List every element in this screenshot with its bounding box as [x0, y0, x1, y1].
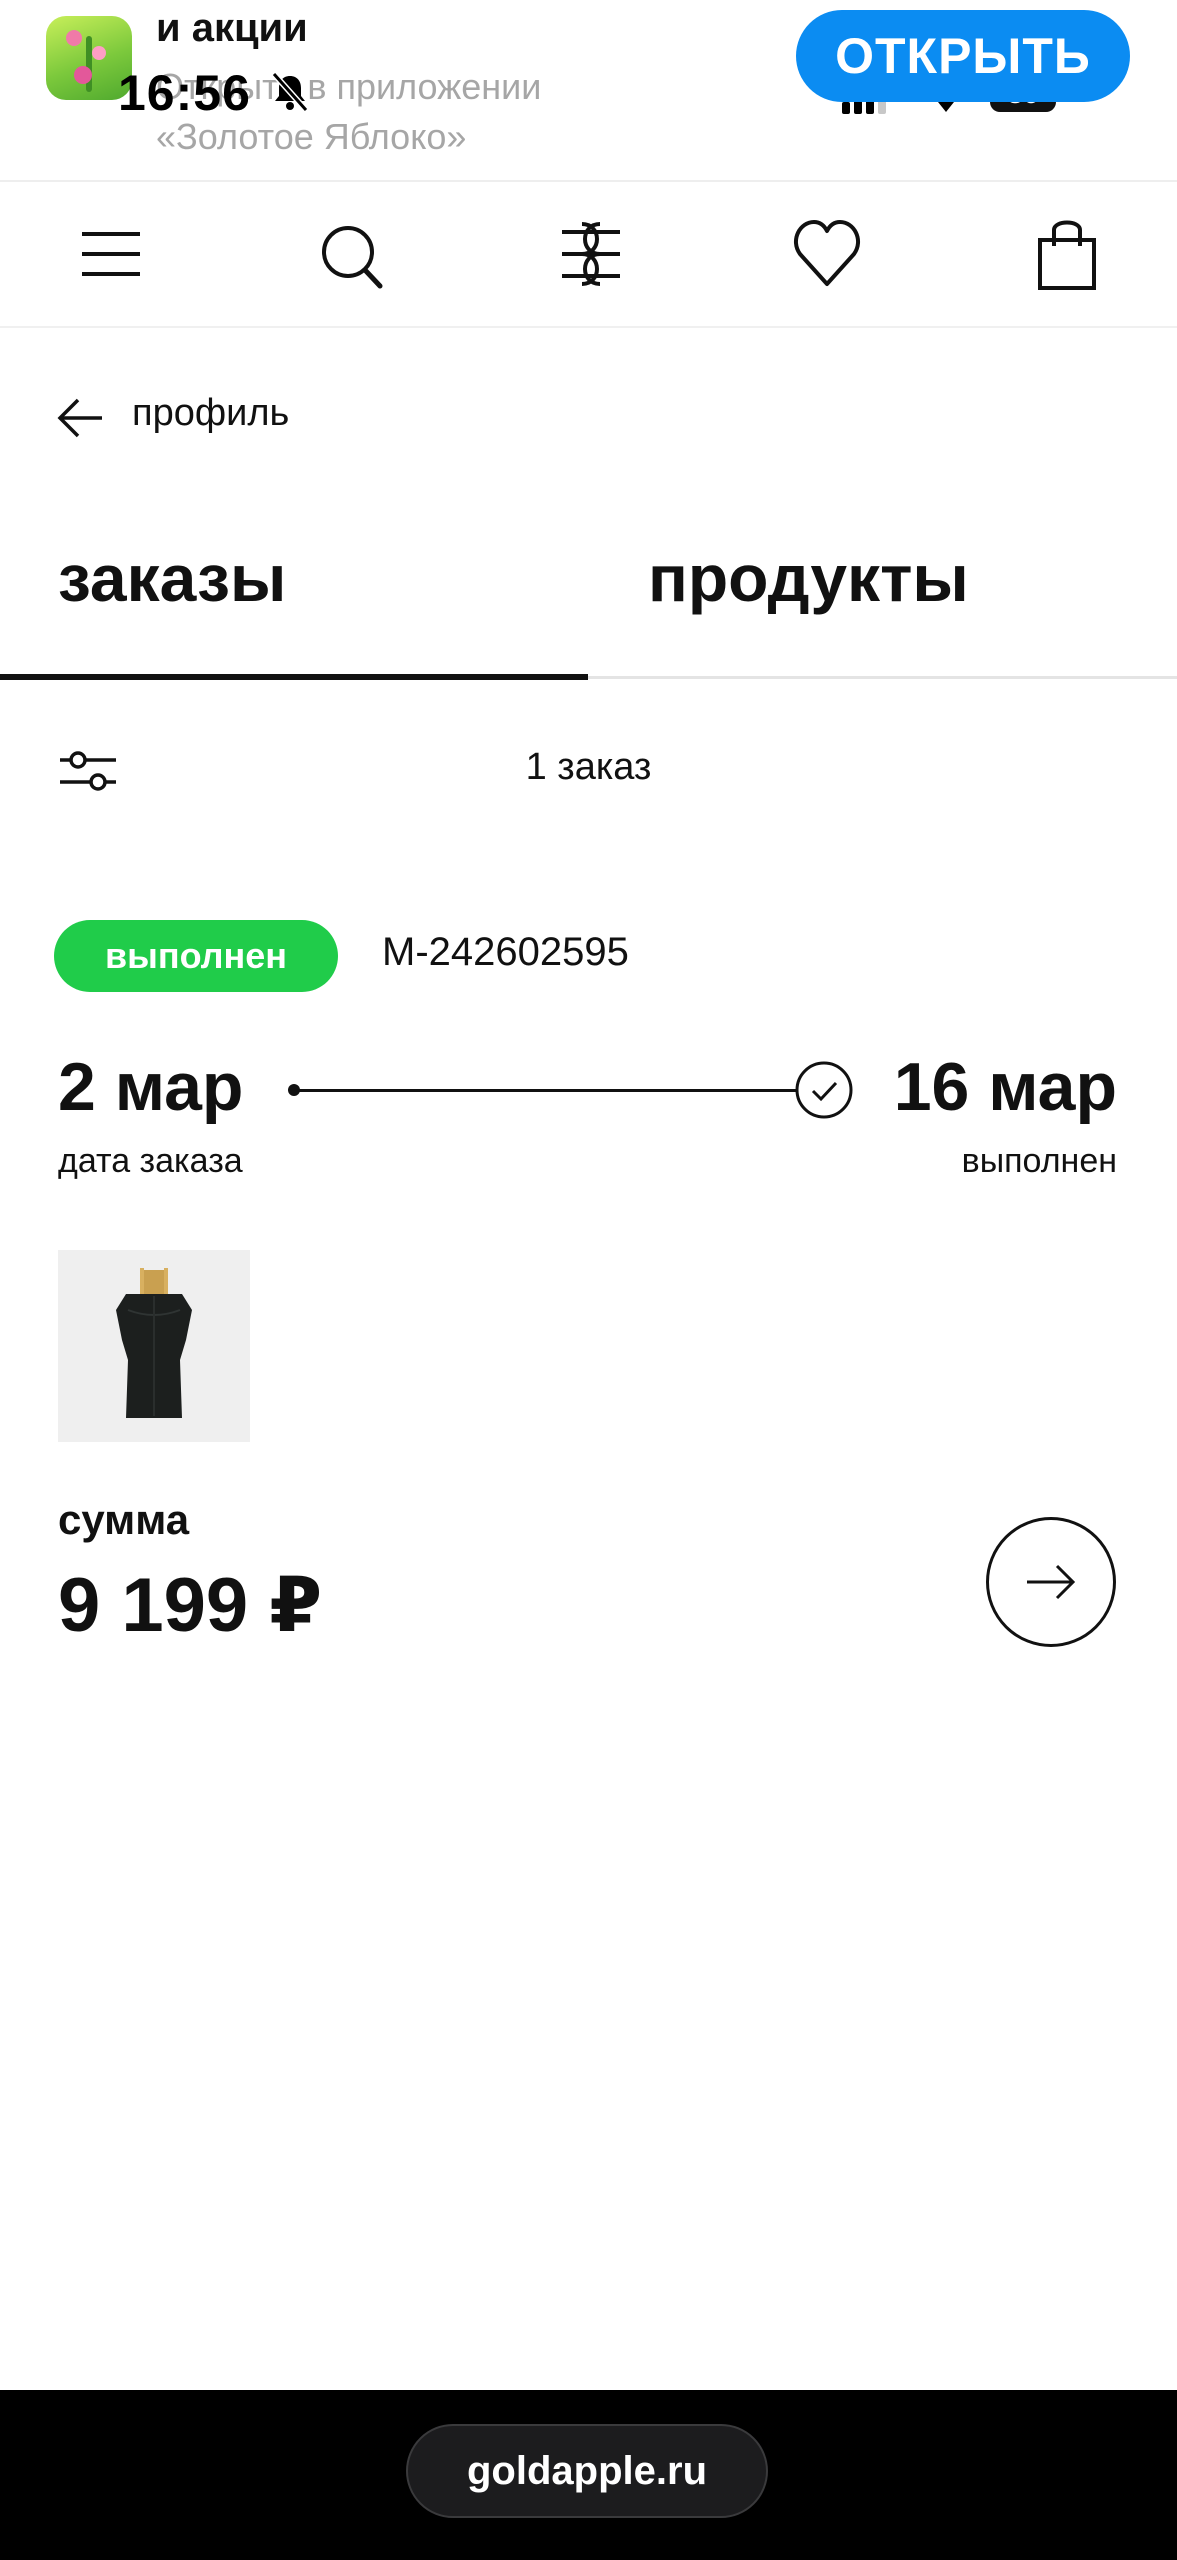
order-number: M-242602595 [382, 930, 629, 974]
heart-icon[interactable] [792, 214, 862, 294]
sum-value: 9 199 ₽ [58, 1563, 323, 1648]
status-time: 16:56 [118, 65, 251, 121]
status-badge: выполнен [54, 920, 338, 992]
arrow-right-icon [1027, 1564, 1076, 1600]
completed-date-caption: выполнен [961, 1142, 1117, 1180]
address-bar[interactable]: goldapple.ru [406, 2424, 768, 2518]
tab-orders[interactable]: заказы [58, 540, 286, 616]
completed-date: 16 мар [893, 1049, 1117, 1125]
breadcrumb-back-link[interactable]: профиль [132, 392, 289, 435]
bag-icon[interactable] [1032, 214, 1102, 294]
timeline-line [296, 1089, 798, 1092]
arrow-left-icon[interactable] [56, 396, 106, 440]
check-circle-icon [795, 1061, 853, 1119]
tab-products[interactable]: продукты [648, 540, 969, 616]
header-divider [0, 326, 1177, 328]
order-date: 2 мар [58, 1049, 244, 1125]
sum-label: сумма [58, 1496, 190, 1543]
bell-slash-icon [271, 72, 309, 112]
menu-icon[interactable] [76, 214, 146, 294]
brand-logo-icon[interactable] [556, 214, 626, 294]
order-details-button[interactable] [986, 1517, 1116, 1647]
perfume-bottle-image[interactable] [58, 1250, 250, 1442]
tab-active-indicator [0, 674, 588, 680]
order-date-caption: дата заказа [58, 1142, 243, 1180]
app-banner: и акции Открыть в приложении «Золотое Яб… [0, 0, 1177, 180]
banner-divider [0, 180, 1177, 182]
orders-count: 1 заказ [525, 746, 652, 788]
banner-title: и акции [156, 6, 308, 50]
open-app-button[interactable]: ОТКРЫТЬ [796, 10, 1130, 102]
search-icon[interactable] [316, 214, 386, 294]
